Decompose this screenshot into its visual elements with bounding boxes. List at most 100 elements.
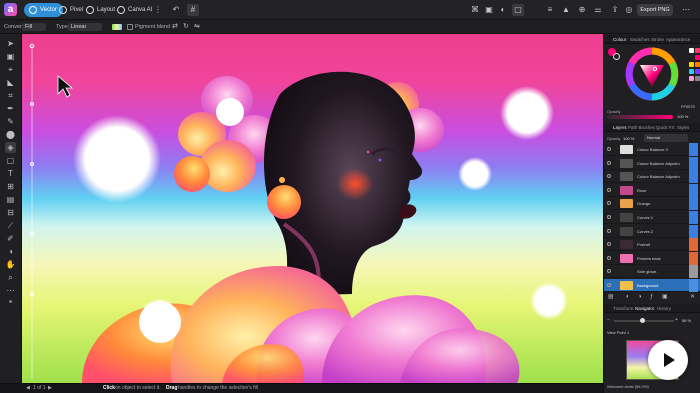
- swap-icon[interactable]: ⇄: [172, 20, 178, 34]
- corner-tool-icon[interactable]: ◣: [5, 77, 16, 88]
- transform-icon[interactable]: ⊕: [576, 4, 588, 16]
- layer-row[interactable]: Curves 1: [604, 211, 700, 224]
- more-tools-icon[interactable]: ⋯: [5, 285, 16, 296]
- opacity-slider[interactable]: [607, 115, 673, 119]
- fx-layer-icon[interactable]: ƒ: [650, 293, 653, 302]
- layer-colour-tag[interactable]: [689, 143, 698, 156]
- view-point-select[interactable]: View Point 1: [607, 330, 629, 335]
- settings-icon[interactable]: ⋯: [680, 4, 692, 16]
- group-layer-icon[interactable]: ▣: [662, 293, 668, 302]
- visibility-eye-icon[interactable]: [607, 160, 611, 165]
- layer-colour-tag[interactable]: [689, 211, 698, 224]
- more-menu-icon[interactable]: ⋮: [152, 4, 164, 16]
- zoom-tool-icon[interactable]: ⌕: [5, 272, 16, 283]
- layer-row[interactable]: Curves 2: [604, 224, 700, 238]
- brush-tool-icon[interactable]: ⬤: [5, 129, 16, 140]
- layer-opacity-value[interactable]: 100 %: [623, 136, 634, 141]
- view-mode-icon[interactable]: ▣: [483, 4, 495, 16]
- convert-select[interactable]: Fill: [22, 23, 46, 31]
- layer-colour-tag[interactable]: [689, 279, 698, 292]
- move-tool-icon[interactable]: ➤: [5, 38, 16, 49]
- secondary-colour-swatch[interactable]: [613, 53, 620, 60]
- preview-icon[interactable]: ◐: [497, 4, 509, 16]
- zoom-out-icon[interactable]: −: [607, 317, 610, 323]
- reverse-icon[interactable]: ⇋: [194, 20, 200, 34]
- layer-colour-tag[interactable]: [689, 265, 698, 279]
- artboard-icon[interactable]: ▢: [512, 4, 524, 16]
- gradient-swatch[interactable]: [112, 24, 122, 30]
- layer-colour-tag[interactable]: [689, 170, 698, 184]
- pigment-blend-checkbox[interactable]: [127, 24, 133, 30]
- layer-colour-tag[interactable]: [689, 224, 698, 238]
- prev-page-icon[interactable]: ◀: [26, 384, 30, 393]
- type-select[interactable]: Linear: [68, 23, 102, 31]
- share-icon[interactable]: ⇪: [609, 4, 621, 16]
- zoom-slider-knob[interactable]: [640, 318, 645, 323]
- hex-value[interactable]: FF0079: [681, 104, 695, 109]
- visibility-eye-icon[interactable]: [607, 255, 611, 260]
- grid-icon[interactable]: #: [187, 4, 199, 16]
- undo-icon[interactable]: ↶: [170, 4, 182, 16]
- layer-row[interactable]: Orange: [604, 197, 700, 211]
- align-icon[interactable]: ≡: [544, 4, 556, 16]
- layer-row[interactable]: Portrait: [604, 238, 700, 252]
- layer-colour-tag[interactable]: [689, 183, 698, 197]
- layer-row[interactable]: Colour Balance Adjustm: [604, 156, 700, 170]
- layer-colour-tag[interactable]: [689, 156, 698, 170]
- mask-layer-icon[interactable]: ◐: [626, 293, 630, 302]
- shape-tool-icon[interactable]: ▢: [5, 155, 16, 166]
- pen-tool-icon[interactable]: ✒: [5, 103, 16, 114]
- layer-row[interactable]: Flowers back: [604, 251, 700, 265]
- arrange-icon[interactable]: ▲: [560, 4, 572, 16]
- tab-path-brushes[interactable]: Path Brushes: [628, 123, 655, 132]
- crop-tool-icon[interactable]: ⌗: [5, 90, 16, 101]
- tab-quick-fx[interactable]: Quick FX: [656, 123, 675, 132]
- visibility-eye-icon[interactable]: [607, 228, 611, 233]
- visibility-eye-icon[interactable]: [607, 269, 611, 274]
- eyedropper-tool-icon[interactable]: ✐: [5, 233, 16, 244]
- artboard-tool-icon[interactable]: ▣: [5, 51, 16, 62]
- node-tool-icon[interactable]: ⌖: [5, 64, 16, 75]
- layer-row[interactable]: Side glows: [604, 265, 700, 279]
- export-button[interactable]: Export PNG: [637, 4, 673, 16]
- layer-row[interactable]: Colour Balance 3: [604, 143, 700, 156]
- colour-chip-icon[interactable]: ▪: [5, 296, 16, 307]
- tab-styles[interactable]: Styles: [677, 123, 689, 132]
- visibility-eye-icon[interactable]: [607, 147, 611, 151]
- zoom-in-icon[interactable]: +: [675, 317, 678, 323]
- tab-stroke[interactable]: Stroke: [651, 35, 664, 44]
- layer-row[interactable]: Background: [604, 279, 700, 292]
- tab-layers[interactable]: Layers: [613, 123, 627, 132]
- visibility-eye-icon[interactable]: [607, 215, 611, 219]
- layer-colour-tag[interactable]: [689, 238, 698, 252]
- tab-appearance[interactable]: Appearance: [666, 35, 690, 44]
- layer-colour-tag[interactable]: [689, 197, 698, 211]
- add-layer-icon[interactable]: ▤: [608, 293, 614, 302]
- visibility-eye-icon[interactable]: [607, 174, 611, 179]
- rotate-icon[interactable]: ↻: [183, 20, 189, 34]
- layer-row[interactable]: Colour Balance Adjustm: [604, 170, 700, 184]
- fill-tool-icon[interactable]: ◈: [5, 142, 16, 153]
- knife-tool-icon[interactable]: ⟋: [5, 220, 16, 231]
- blend-mode-select[interactable]: Normal: [644, 134, 688, 142]
- visibility-eye-icon[interactable]: [607, 201, 611, 206]
- canva-share-icon[interactable]: ◎: [623, 4, 635, 16]
- pencil-tool-icon[interactable]: ✎: [5, 116, 16, 127]
- opacity-value[interactable]: 100 %: [677, 114, 688, 119]
- text-tool-icon[interactable]: T: [5, 168, 16, 179]
- visibility-eye-icon[interactable]: [607, 283, 611, 287]
- zoom-value[interactable]: 56 %: [682, 318, 691, 323]
- layer-row[interactable]: Rose: [604, 183, 700, 197]
- frame-text-icon[interactable]: ⊞: [5, 181, 16, 192]
- tab-colour[interactable]: Colour: [613, 35, 626, 44]
- transparency-tool-icon[interactable]: ◑: [5, 246, 16, 257]
- play-button[interactable]: [648, 340, 688, 380]
- canvas-artwork[interactable]: [22, 34, 603, 383]
- snapping-icon[interactable]: ⌘: [469, 4, 481, 16]
- hand-tool-icon[interactable]: ✋: [5, 259, 16, 270]
- visibility-eye-icon[interactable]: [607, 187, 611, 192]
- tab-navigator[interactable]: Navigator: [635, 304, 654, 313]
- distribute-icon[interactable]: ⚌: [592, 4, 604, 16]
- tab-history[interactable]: History: [657, 304, 671, 313]
- next-page-icon[interactable]: ▶: [48, 384, 52, 393]
